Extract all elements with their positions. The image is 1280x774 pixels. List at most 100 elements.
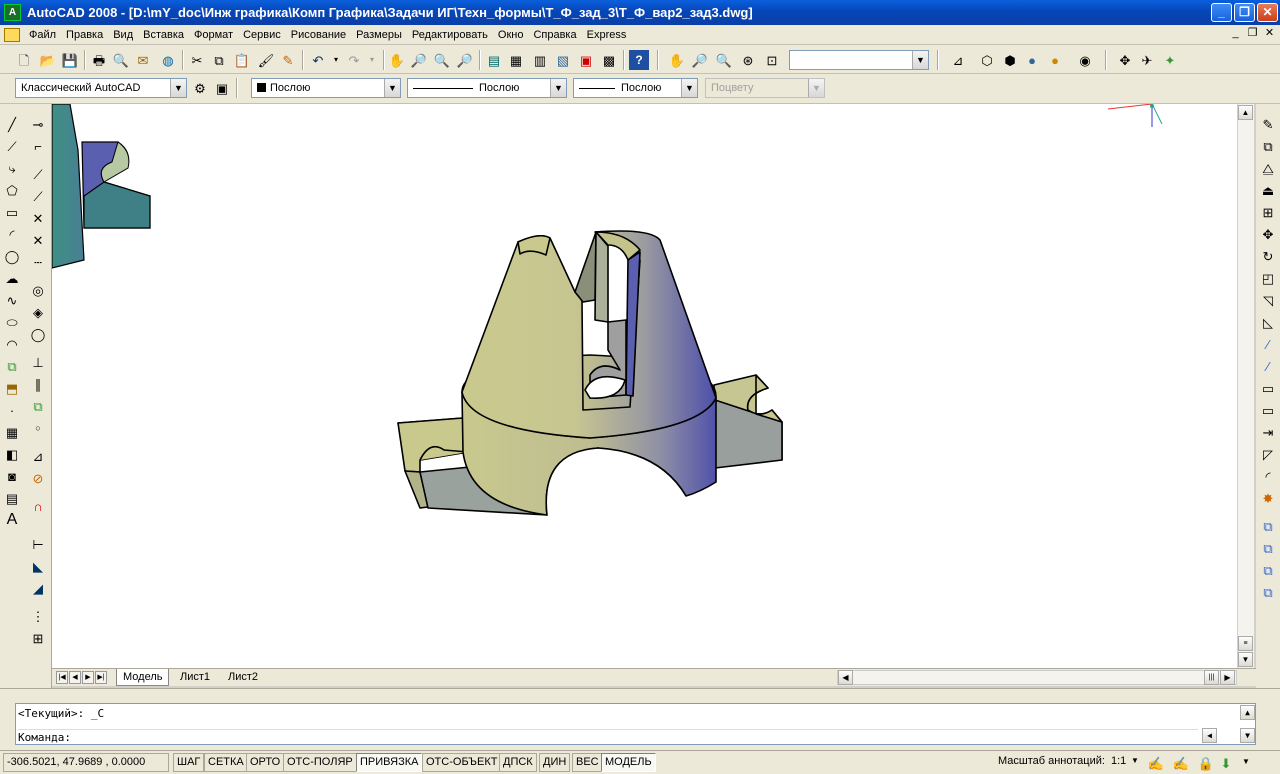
snap-parallel-icon[interactable]: ∥ xyxy=(28,374,48,394)
lock-icon[interactable]: 🔒 xyxy=(1196,753,1216,773)
array-icon[interactable]: ⊞ xyxy=(1258,202,1278,222)
help-icon[interactable]: ? xyxy=(629,50,649,70)
chevron-down-icon[interactable]: ▼ xyxy=(384,79,400,97)
dim-ordinate-icon[interactable]: ⋮ xyxy=(28,606,48,626)
dyn-toggle[interactable]: ДИН xyxy=(539,753,571,772)
main-part-shape[interactable] xyxy=(397,230,783,516)
move-icon[interactable]: ✥ xyxy=(1258,224,1278,244)
extend-icon[interactable]: ✕ xyxy=(28,230,48,250)
menu-dimension[interactable]: Размеры xyxy=(351,26,407,44)
second-part-shape[interactable] xyxy=(52,104,151,269)
chevron-down-icon[interactable]: ▼ xyxy=(170,79,186,97)
otrack-toggle[interactable]: ОТС-ОБЪЕКТ xyxy=(422,753,502,772)
join-icon[interactable]: ⇥ xyxy=(1258,422,1278,442)
sheet-set-icon[interactable]: ▧ xyxy=(553,50,573,70)
tab-layout1[interactable]: Лист1 xyxy=(174,669,216,686)
zoom-previous-icon[interactable]: 🔎 xyxy=(455,50,475,70)
ellipse-icon[interactable]: ⬭ xyxy=(2,312,22,332)
undo-icon[interactable]: ↶ xyxy=(308,50,328,70)
snap-perpendicular-icon[interactable]: ⊥ xyxy=(28,352,48,372)
erase-icon[interactable]: ⊸ xyxy=(28,114,48,134)
copy-icon[interactable]: ⧉ xyxy=(209,50,229,70)
spline-icon[interactable]: ∿ xyxy=(2,290,22,310)
scroll-thumb-icon[interactable]: ≡ xyxy=(1238,636,1253,651)
rectangle-icon[interactable]: ▭ xyxy=(2,202,22,222)
break-icon[interactable]: ┄ xyxy=(28,252,48,272)
snap-toggle[interactable]: ШАГ xyxy=(173,753,205,772)
model-toggle[interactable]: МОДЕЛЬ xyxy=(601,753,656,772)
command-input[interactable]: Команда: xyxy=(18,729,1198,744)
break-point-icon[interactable]: ▭ xyxy=(1258,378,1278,398)
erase-icon[interactable]: ✎ xyxy=(1258,114,1278,134)
table-icon[interactable]: ▤ xyxy=(2,488,22,508)
view-combo[interactable]: ▼ xyxy=(789,50,929,70)
menu-draw[interactable]: Рисование xyxy=(286,26,351,44)
mirror-icon[interactable]: ⟋ xyxy=(28,164,48,184)
cut-icon[interactable]: ✂ xyxy=(187,50,207,70)
redo-icon[interactable]: ↷ xyxy=(344,50,364,70)
construction-line-icon[interactable]: ⟋ xyxy=(2,136,22,156)
horizontal-scrollbar[interactable]: ◀ ||| ▶ xyxy=(837,670,1237,685)
chevron-down-icon[interactable]: ▼ xyxy=(550,79,566,97)
tool-palettes-icon[interactable]: ▥ xyxy=(530,50,550,70)
multiline-text-icon[interactable]: A xyxy=(2,510,22,530)
snap-tangent-icon[interactable]: ◯ xyxy=(28,324,48,344)
command-history[interactable]: <Текущий>: _C Команда: ▲ ▼ ◀ xyxy=(15,703,1256,745)
fly-icon[interactable]: ✈ xyxy=(1137,50,1157,70)
workspace-settings-icon[interactable]: ⚙ xyxy=(190,78,210,98)
tab-layout2[interactable]: Лист2 xyxy=(222,669,264,686)
named-views-icon[interactable]: ⊡ xyxy=(762,50,782,70)
ellipse-arc-icon[interactable]: ◠ xyxy=(2,334,22,354)
scroll-thumb-icon[interactable]: ||| xyxy=(1204,670,1219,685)
close-button[interactable]: ✕ xyxy=(1257,3,1278,22)
insert-block-icon[interactable]: ⧉ xyxy=(2,356,22,376)
extend-icon[interactable]: ⁄ xyxy=(1258,356,1278,376)
line-icon[interactable]: ╱ xyxy=(2,114,22,134)
menu-edit[interactable]: Правка xyxy=(61,26,108,44)
snap-node-icon[interactable]: ○ xyxy=(28,418,48,438)
scale-icon[interactable]: ◰ xyxy=(1258,268,1278,288)
minimize-button[interactable]: _ xyxy=(1211,3,1232,22)
sphere-icon[interactable]: ● xyxy=(1022,50,1042,70)
calculator-icon[interactable]: ▩ xyxy=(599,50,619,70)
circle-icon[interactable]: ◯ xyxy=(2,246,22,266)
osnap-toggle[interactable]: ПРИВЯЗКА xyxy=(356,753,423,772)
annotation-visibility-icon[interactable]: ✍ xyxy=(1146,753,1166,773)
save-workspace-icon[interactable]: ▣ xyxy=(212,78,232,98)
paste-icon[interactable]: 📋 xyxy=(232,50,252,70)
stretch-alt-icon[interactable]: ◺ xyxy=(1258,312,1278,332)
first-tab-icon[interactable]: |◀ xyxy=(56,671,68,684)
copy-object-icon[interactable]: ⌐ xyxy=(28,136,48,156)
status-menu-icon[interactable]: ▼ xyxy=(1242,757,1250,766)
scroll-left-icon[interactable]: ◀ xyxy=(1202,728,1217,743)
publish-icon[interactable]: ✉ xyxy=(133,50,153,70)
point-icon[interactable]: · xyxy=(2,400,22,420)
vertical-scrollbar[interactable]: ▲ ≡ ▼ xyxy=(1237,104,1254,668)
zoom-window-icon[interactable]: 🔍 xyxy=(432,50,452,70)
make-block-icon[interactable]: ⬒ xyxy=(2,378,22,398)
dim-aligned-icon[interactable]: ◣ xyxy=(28,556,48,576)
lineweight-toggle[interactable]: ВЕС xyxy=(572,753,603,772)
draw-order-front-icon[interactable]: ⧉ xyxy=(1258,516,1278,536)
annotation-scale-value[interactable]: 1:1 xyxy=(1111,755,1126,767)
print-icon[interactable]: 🖶 xyxy=(89,50,109,70)
walk-icon[interactable]: ✥ xyxy=(1115,50,1135,70)
snap-insert-icon[interactable]: ⧉ xyxy=(28,396,48,416)
last-tab-icon[interactable]: ▶| xyxy=(95,671,107,684)
model-viewport[interactable] xyxy=(52,104,1237,668)
snap-center-icon[interactable]: ◎ xyxy=(28,280,48,300)
osnap-settings-icon[interactable]: ∩ xyxy=(28,496,48,516)
properties-icon[interactable]: ▤ xyxy=(484,50,504,70)
match-properties-icon[interactable]: 🖌 xyxy=(256,50,276,70)
zoom-icon[interactable]: 🔎 xyxy=(690,50,710,70)
linetype-combo[interactable]: Послою ▼ xyxy=(407,78,567,98)
scroll-up-icon[interactable]: ▲ xyxy=(1240,705,1255,720)
trim-icon[interactable]: ⁄ xyxy=(1258,334,1278,354)
draw-order-above-icon[interactable]: ⧉ xyxy=(1258,560,1278,580)
scroll-right-icon[interactable]: ▶ xyxy=(1220,670,1235,685)
block-editor-icon[interactable]: ✎ xyxy=(278,50,298,70)
lineweight-combo[interactable]: Послою ▼ xyxy=(573,78,698,98)
mdi-close-button[interactable]: ✕ xyxy=(1262,27,1277,41)
snap-none-icon[interactable]: ⊘ xyxy=(28,468,48,488)
undo-dropdown-icon[interactable]: ▾ xyxy=(326,50,346,70)
